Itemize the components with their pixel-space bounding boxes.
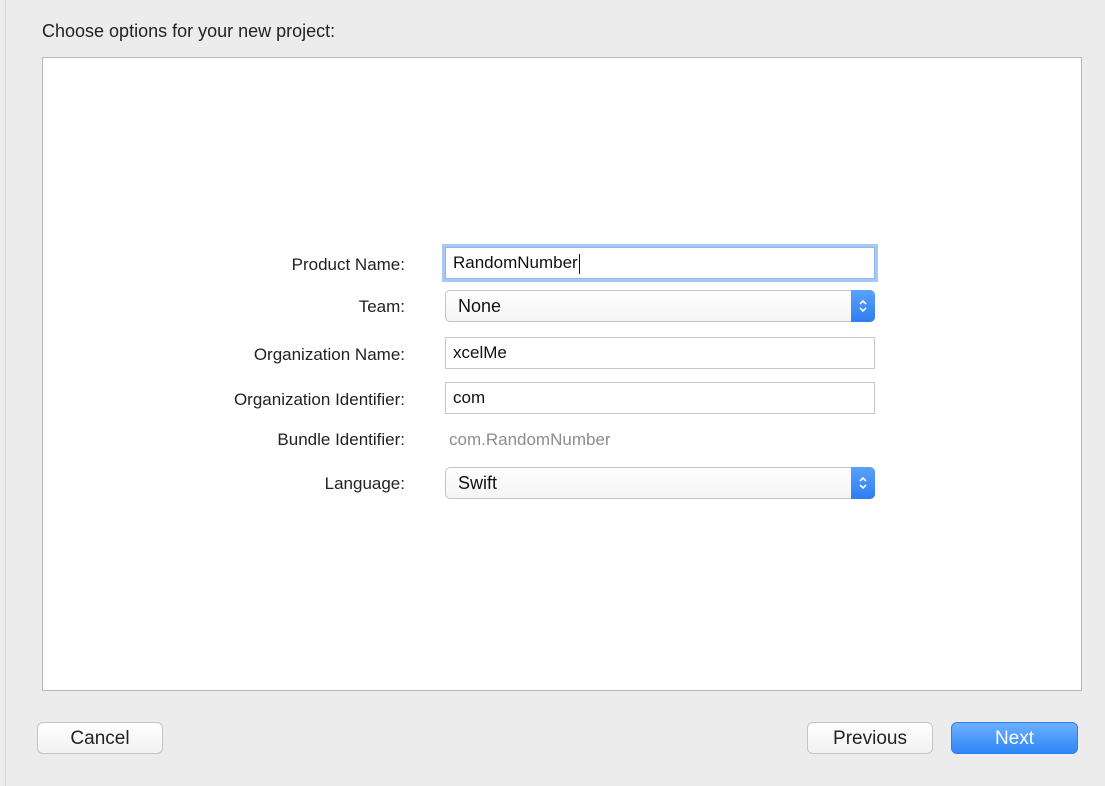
organization-identifier-label: Organization Identifier: <box>233 390 405 409</box>
organization-identifier-row: Organization Identifier: com <box>43 382 1081 416</box>
organization-name-field[interactable]: xcelMe <box>445 337 875 369</box>
product-name-field[interactable]: RandomNumber <box>445 247 875 279</box>
language-label: Language: <box>324 474 405 493</box>
product-name-value: RandomNumber <box>453 253 578 272</box>
organization-identifier-value: com <box>453 388 486 407</box>
chevron-up-down-icon[interactable] <box>851 467 875 499</box>
new-project-dialog: Choose options for your new project: Pro… <box>5 0 1105 786</box>
chevron-up-down-icon[interactable] <box>851 290 875 322</box>
text-caret <box>578 253 580 274</box>
team-row: Team: None <box>43 290 1081 324</box>
organization-name-label: Organization Name: <box>253 345 405 364</box>
language-row: Language: Swift <box>43 467 1081 501</box>
team-selected-value: None <box>458 296 502 316</box>
organization-name-row: Organization Name: xcelMe <box>43 337 1081 371</box>
cancel-button[interactable]: Cancel <box>37 722 163 754</box>
previous-button[interactable]: Previous <box>807 722 933 754</box>
product-name-row: Product Name: RandomNumber <box>43 247 1081 281</box>
options-panel: Product Name: RandomNumber Team: None Or… <box>42 57 1082 691</box>
bundle-identifier-row: Bundle Identifier: com.RandomNumber <box>43 427 1081 461</box>
bundle-identifier-value: com.RandomNumber <box>449 430 611 449</box>
team-select[interactable]: None <box>445 290 875 322</box>
next-button[interactable]: Next <box>951 722 1078 754</box>
team-label: Team: <box>358 297 405 316</box>
organization-identifier-field[interactable]: com <box>445 382 875 414</box>
product-name-label: Product Name: <box>291 255 405 274</box>
language-selected-value: Swift <box>458 473 498 493</box>
language-select[interactable]: Swift <box>445 467 875 499</box>
bundle-identifier-label: Bundle Identifier: <box>277 430 405 449</box>
dialog-heading: Choose options for your new project: <box>42 21 336 41</box>
organization-name-value: xcelMe <box>453 343 507 362</box>
